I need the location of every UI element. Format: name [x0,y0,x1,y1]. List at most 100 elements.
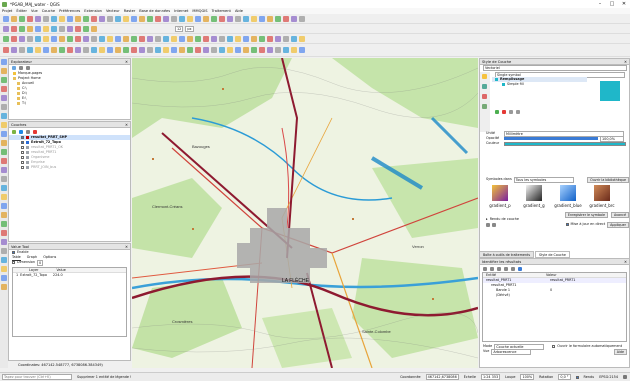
tool-icon[interactable] [107,15,113,22]
tool-icon[interactable] [291,15,297,22]
close-icon[interactable]: ✕ [618,0,630,8]
tool-icon[interactable] [123,35,129,42]
tool-icon[interactable] [1,140,7,146]
tool-icon[interactable] [99,15,105,22]
tool-icon[interactable] [187,47,193,53]
save-symbol-button[interactable]: Enregistrer le symbole [564,211,609,218]
symbol-library-item[interactable]: gradient_g [520,185,548,212]
tool-icon[interactable] [243,47,249,53]
live-update-checkbox[interactable] [565,223,569,226]
tool-icon[interactable] [211,35,217,42]
tool-icon[interactable] [243,15,249,22]
duplicate-icon[interactable] [516,109,520,114]
tool-icon[interactable] [155,15,161,22]
tool-icon[interactable] [123,15,129,22]
tool-icon[interactable] [1,248,7,254]
tool-icon[interactable] [1,194,7,200]
identify-row[interactable]: (Dérivé) [483,293,626,298]
tool-icon[interactable] [107,47,113,53]
tool-icon[interactable] [283,15,289,22]
tool-icon[interactable] [1,77,7,83]
tool-icon[interactable] [11,15,17,22]
menu-item[interactable]: Base de données [139,9,170,13]
tool-icon[interactable] [299,47,305,53]
close-icon[interactable]: ✕ [624,259,627,265]
symbology-icon[interactable] [482,74,487,79]
tool-icon[interactable] [243,35,249,42]
tool-icon[interactable] [35,25,41,32]
tool-icon[interactable] [163,15,169,22]
tool-icon[interactable] [27,25,33,32]
tool-icon[interactable] [195,47,201,53]
color-button[interactable] [504,141,626,146]
tool-icon[interactable] [1,104,7,110]
magnifier-input[interactable]: 100% [520,374,535,380]
add-group-icon[interactable] [19,129,23,134]
dock-tab[interactable]: Boîte à outils de traitements [479,251,535,258]
copy-icon[interactable] [504,266,508,271]
tool-icon[interactable] [91,15,97,22]
tool-icon[interactable] [235,15,241,22]
messages-icon[interactable] [623,375,627,379]
symbol-library-item[interactable]: gradient_p [486,185,514,212]
menu-item[interactable]: Vue [31,9,38,13]
open-layer-styling-icon[interactable] [12,129,16,134]
tool-icon[interactable] [219,15,225,22]
tool-icon[interactable] [267,47,273,53]
tool-icon[interactable] [227,35,233,42]
tool-icon[interactable] [11,47,17,53]
tool-icon[interactable] [171,15,177,22]
tool-icon[interactable] [147,35,153,42]
close-icon[interactable]: ✕ [125,244,128,250]
tool-icon[interactable] [163,47,169,53]
tool-icon[interactable] [219,47,225,53]
layer-visibility-checkbox[interactable] [21,161,24,164]
tool-icon[interactable] [291,35,297,42]
tool-icon[interactable] [35,15,41,22]
layer-visibility-checkbox[interactable] [21,146,24,149]
layer-visibility-checkbox[interactable] [21,151,24,154]
tool-icon[interactable] [107,35,113,42]
tool-icon[interactable] [299,35,305,42]
tool-icon[interactable] [203,35,209,42]
tool-icon[interactable] [1,239,7,245]
tool-icon[interactable] [35,35,41,42]
tool-icon[interactable] [3,25,9,32]
expand-tree-icon[interactable] [483,266,487,271]
tool-icon[interactable] [203,47,209,53]
tool-icon[interactable] [1,68,7,74]
layer-visibility-checkbox[interactable] [21,141,24,144]
tool-icon[interactable] [1,59,7,65]
open-library-button[interactable]: Ouvrir la bibliothèque [587,176,629,183]
rotation-input[interactable]: 0,0 ° [558,374,571,380]
menu-item[interactable]: Internet [174,9,188,13]
tool-icon[interactable] [171,35,177,42]
tool-icon[interactable] [1,149,7,155]
tool-icon[interactable] [1,167,7,173]
tool-icon[interactable] [83,35,89,42]
tool-icon[interactable] [27,47,33,53]
filter-icon[interactable] [19,66,23,70]
tool-icon[interactable] [291,47,297,53]
tool-icon[interactable] [1,230,7,236]
tool-icon[interactable] [139,15,145,22]
tool-icon[interactable] [115,15,121,22]
tool-icon[interactable] [187,15,193,22]
tool-icon[interactable] [139,47,145,53]
tool-icon[interactable] [115,35,121,42]
tool-icon[interactable] [171,47,177,53]
tool-icon[interactable] [75,35,81,42]
tool-icon[interactable] [1,113,7,119]
clear-results-icon[interactable] [497,266,501,271]
auto-form-checkbox[interactable] [552,345,556,348]
tool-icon[interactable] [147,15,153,22]
tool-icon[interactable] [11,25,17,32]
tool-icon[interactable] [67,35,73,42]
remove-symbol-layer-icon[interactable] [502,109,506,114]
tool-icon[interactable] [219,35,225,42]
tool-icon[interactable] [155,47,161,53]
close-icon[interactable]: ✕ [125,122,128,128]
tool-icon[interactable] [147,47,153,53]
tool-icon[interactable] [3,15,9,22]
tab-options[interactable]: Options [43,255,56,260]
